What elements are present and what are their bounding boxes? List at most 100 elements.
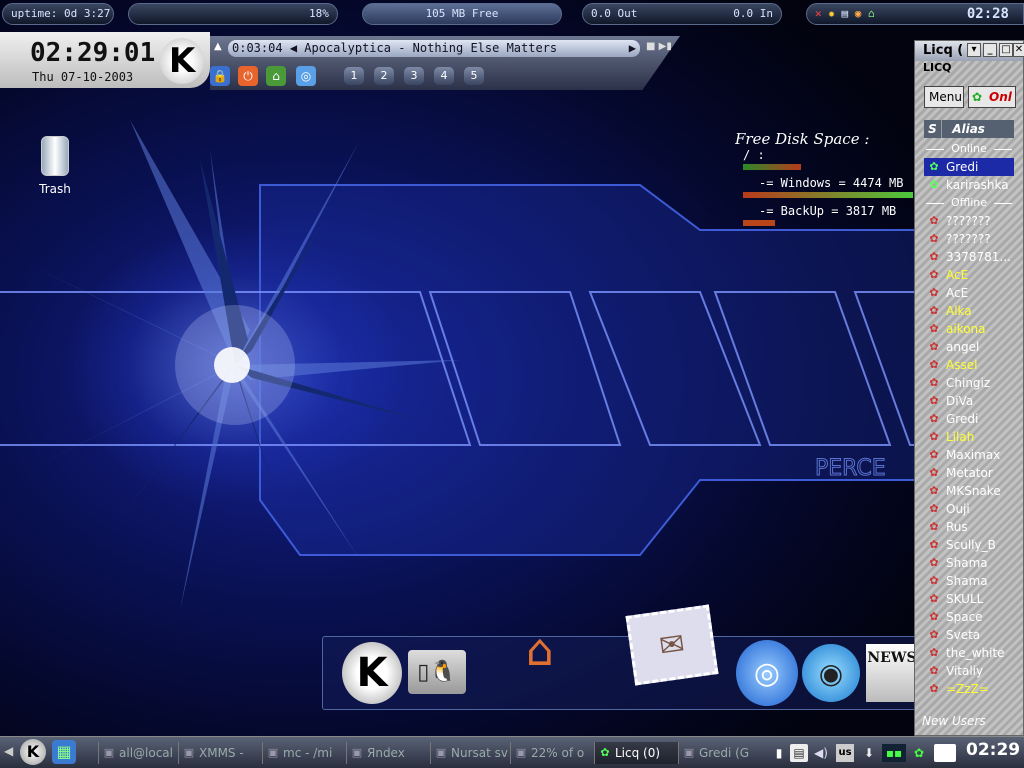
prev-icon[interactable]: ◀: [290, 41, 297, 55]
desktop-switch-icon[interactable]: ▦: [52, 740, 76, 764]
linux-switch-icon[interactable]: ▯🐧: [408, 650, 466, 694]
home-icon[interactable]: ⌂: [266, 66, 286, 86]
disk-root-bar: [743, 164, 801, 170]
logout-icon[interactable]: ⏻: [238, 66, 258, 86]
workspace-2[interactable]: 2: [374, 67, 394, 85]
disk-backup-label: -= BackUp = 3817 MB: [759, 204, 897, 218]
close-icon[interactable]: ✕: [1013, 43, 1024, 57]
contact-item[interactable]: ✿ aikona: [924, 320, 1014, 338]
contact-item[interactable]: ✿ Alka: [924, 302, 1014, 320]
task-button[interactable]: ✿ Licq (0): [594, 742, 678, 764]
col-alias[interactable]: Alias: [946, 122, 985, 136]
task-button[interactable]: ▣ 22% of o: [510, 742, 594, 764]
klipper-icon[interactable]: ◉: [855, 7, 862, 20]
network-leds-icon[interactable]: ▪▪: [882, 744, 906, 762]
group-online[interactable]: Online: [924, 140, 1014, 158]
workspace-4[interactable]: 4: [434, 67, 454, 85]
contact-item[interactable]: ✿ AcE: [924, 284, 1014, 302]
col-status[interactable]: S: [924, 120, 942, 138]
contact-item[interactable]: ✿???????: [924, 212, 1014, 230]
offline-flower-icon: ✿: [929, 268, 939, 281]
trash-desktop-icon[interactable]: Trash: [30, 136, 80, 196]
offline-flower-icon: ✿: [929, 466, 939, 479]
contact-item[interactable]: ✿ Metator: [924, 464, 1014, 482]
task-button[interactable]: ▣ all@local: [98, 742, 178, 764]
top-clock: 02:28: [966, 6, 1009, 22]
volume-mute-icon[interactable]: ✕: [815, 7, 822, 20]
new-users-label[interactable]: New Users: [922, 714, 986, 728]
mail-stamp-icon[interactable]: ✉: [625, 604, 719, 686]
kde-menu-icon[interactable]: K: [342, 642, 402, 704]
contact-item[interactable]: ✿ DiVa: [924, 392, 1014, 410]
task-button[interactable]: ▣ mc - /mi: [262, 742, 346, 764]
contact-item[interactable]: ✿ the_white: [924, 644, 1014, 662]
online-flower-icon: ✿: [929, 160, 939, 173]
contact-item[interactable]: ✿ AcE: [924, 266, 1014, 284]
licq-status-button[interactable]: ✿ Onl: [968, 86, 1016, 108]
task-button[interactable]: ▣ XMMS -: [178, 742, 262, 764]
contact-item[interactable]: ✿ SKULL: [924, 590, 1014, 608]
contact-item[interactable]: ✿ Vitaliy: [924, 662, 1014, 680]
contact-name: DiVa: [946, 394, 974, 408]
taskbar-left-arrow-icon[interactable]: ◀: [4, 744, 13, 758]
contact-item[interactable]: ✿ karirashka: [924, 176, 1014, 194]
house-icon[interactable]: ⌂: [868, 7, 875, 20]
news-icon[interactable]: NEWS: [866, 644, 918, 702]
contact-item[interactable]: ✿???????: [924, 230, 1014, 248]
kde-start-icon[interactable]: K: [20, 739, 46, 765]
task-button[interactable]: ▣ Gredi (G: [678, 742, 758, 764]
net-out: 0.0 Out: [591, 7, 638, 20]
shade-icon[interactable]: ▾: [967, 43, 981, 57]
workspace-5[interactable]: 5: [464, 67, 484, 85]
contact-item[interactable]: ✿ Ouji: [924, 500, 1014, 518]
contact-item[interactable]: ✿ Gredi: [924, 158, 1014, 176]
contact-item[interactable]: ✿ Assel: [924, 356, 1014, 374]
contact-item[interactable]: ✿ Chingiz: [924, 374, 1014, 392]
web-browser-icon[interactable]: ◎: [736, 640, 798, 706]
contact-item[interactable]: ✿ Rus: [924, 518, 1014, 536]
eject-icon[interactable]: ▲: [214, 41, 222, 52]
next-icon[interactable]: ▶: [629, 40, 636, 56]
licq-titlebar[interactable]: Licq ( ▾ _ □ ✕: [915, 41, 1024, 61]
notes-tray-icon[interactable]: ▤: [790, 744, 808, 762]
media-player-icon[interactable]: ◉: [802, 644, 860, 702]
kde-logo-icon[interactable]: K: [160, 38, 204, 84]
contact-item[interactable]: ✿ angel: [924, 338, 1014, 356]
minimize-icon[interactable]: _: [983, 43, 997, 57]
group-offline[interactable]: Offline: [924, 194, 1014, 212]
task-label: all@local: [119, 746, 173, 760]
contact-item[interactable]: ✿ MKSnake: [924, 482, 1014, 500]
maximize-icon[interactable]: □: [999, 43, 1013, 57]
contact-item[interactable]: ✿ 3378781...: [924, 248, 1014, 266]
contact-item[interactable]: ✿ Maximax: [924, 446, 1014, 464]
keyboard-layout-icon[interactable]: us: [836, 744, 854, 762]
disk-backup-bar: [743, 220, 775, 226]
licq-tray-icon[interactable]: ✿: [910, 744, 928, 762]
home-folder-icon[interactable]: ⌂: [504, 620, 576, 680]
download-icon[interactable]: ⬇: [860, 744, 878, 762]
contact-item[interactable]: ✿ Shama: [924, 572, 1014, 590]
contact-item[interactable]: ✿ =ZzZ=: [924, 680, 1014, 698]
disk-windows-label: -= Windows = 4474 MB: [759, 176, 904, 190]
contact-item[interactable]: ✿ Gredi: [924, 410, 1014, 428]
workspace-1[interactable]: 1: [344, 67, 364, 85]
contact-item[interactable]: ✿ Lilah: [924, 428, 1014, 446]
contact-item[interactable]: ✿ Sveta: [924, 626, 1014, 644]
xmms-track-bar[interactable]: 0:03:04 ◀ Apocalyptica - Nothing Else Ma…: [228, 40, 640, 57]
task-button[interactable]: ▣ Яndex: [346, 742, 430, 764]
stop-icon[interactable]: ■ ▶▮: [646, 41, 672, 52]
sun-icon[interactable]: ✹: [828, 7, 835, 20]
task-button[interactable]: ▣ Nursat sv: [430, 742, 510, 764]
contact-item[interactable]: ✿ Shama: [924, 554, 1014, 572]
contact-item[interactable]: ✿ Space: [924, 608, 1014, 626]
speaker-icon[interactable]: ◀): [812, 744, 830, 762]
licq-menu-button[interactable]: Menu: [924, 86, 964, 108]
workspace-3[interactable]: 3: [404, 67, 424, 85]
task-label: Яndex: [367, 746, 405, 760]
wallpaper-text: PERCE: [815, 456, 886, 481]
browser-icon[interactable]: ◎: [296, 66, 316, 86]
lock-icon[interactable]: 🔒: [210, 66, 230, 86]
contact-name: karirashka: [946, 178, 1009, 192]
contact-item[interactable]: ✿ Scully_B: [924, 536, 1014, 554]
notes-icon[interactable]: ▤: [842, 7, 849, 20]
